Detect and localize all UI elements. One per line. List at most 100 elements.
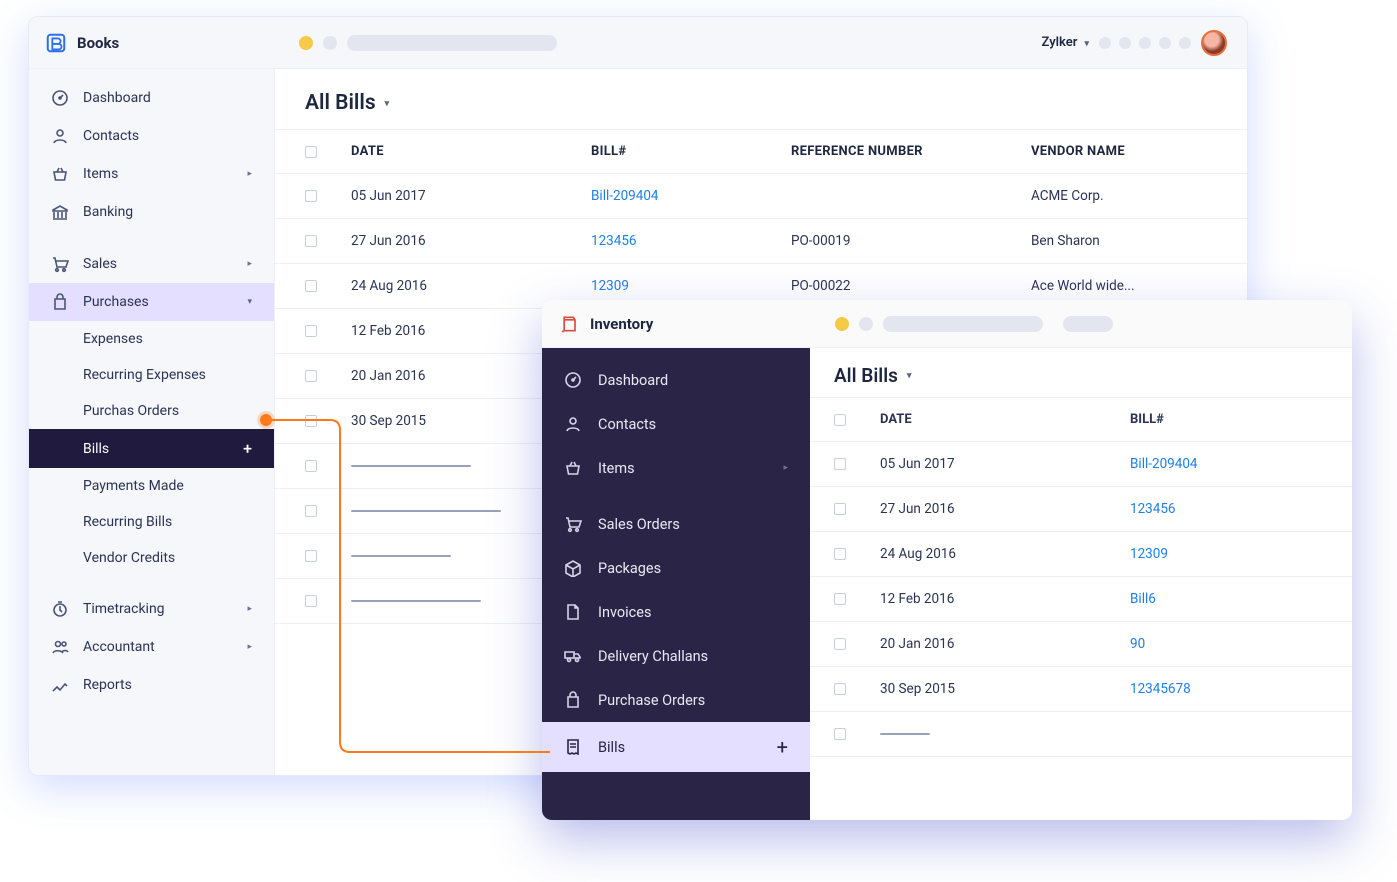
- cell-bill-link[interactable]: 12309: [1118, 532, 1352, 577]
- row-checkbox[interactable]: [305, 550, 317, 562]
- cell-bill-link[interactable]: 90: [1118, 622, 1352, 667]
- table-row[interactable]: 27 Jun 2016 123456 PO-00019 Ben Sharon: [275, 219, 1247, 264]
- sidebar-item-purchase-orders[interactable]: Purchase Orders: [542, 678, 810, 722]
- cell-date: 05 Jun 2017: [868, 442, 1118, 487]
- sidebar-item-reports[interactable]: Reports: [29, 666, 274, 704]
- plus-icon[interactable]: +: [777, 735, 788, 759]
- cell-bill-link[interactable]: Bill-209404: [1118, 442, 1352, 487]
- panel-title-text: All Bills: [834, 364, 898, 387]
- chevron-right-icon: [783, 463, 788, 473]
- sidebar-sub-payments-made[interactable]: Payments Made: [29, 468, 274, 504]
- cell-bill-link[interactable]: 123456: [1118, 487, 1352, 532]
- sidebar-sub-expenses[interactable]: Expenses: [29, 321, 274, 357]
- sidebar-item-delivery-challans[interactable]: Delivery Challans: [542, 634, 810, 678]
- cell-bill-link[interactable]: 12345678: [1118, 667, 1352, 712]
- gauge-icon: [564, 371, 582, 389]
- cell-bill-link[interactable]: Bill6: [1118, 577, 1352, 622]
- sidebar-item-sales[interactable]: Sales: [29, 245, 274, 283]
- chevron-right-icon: [247, 259, 252, 269]
- sidebar-item-packages[interactable]: Packages: [542, 546, 810, 590]
- row-checkbox[interactable]: [834, 458, 846, 470]
- table-row[interactable]: 24 Aug 201612309: [810, 532, 1352, 577]
- dot-icon: [859, 317, 873, 331]
- table-row[interactable]: 05 Jun 2017Bill-209404: [810, 442, 1352, 487]
- row-checkbox[interactable]: [305, 325, 317, 337]
- plus-icon[interactable]: +: [243, 439, 252, 458]
- basket-icon: [564, 459, 582, 477]
- cell-date: 27 Jun 2016: [868, 487, 1118, 532]
- sidebar-sub-bills[interactable]: Bills +: [29, 429, 274, 468]
- sidebar-item-accountant[interactable]: Accountant: [29, 628, 274, 666]
- column-header-vendor[interactable]: VENDOR NAME: [1019, 130, 1247, 174]
- box-icon: [564, 559, 582, 577]
- table-row[interactable]: 27 Jun 2016123456: [810, 487, 1352, 532]
- sidebar-sub-purchase-orders[interactable]: Purchas Orders: [29, 393, 274, 429]
- table-row[interactable]: 20 Jan 201690: [810, 622, 1352, 667]
- row-checkbox[interactable]: [305, 505, 317, 517]
- chevron-right-icon: [247, 642, 252, 652]
- column-header-date[interactable]: DATE: [339, 130, 579, 174]
- panel-title-dropdown[interactable]: All Bills: [275, 69, 1247, 129]
- row-checkbox[interactable]: [834, 503, 846, 515]
- row-checkbox[interactable]: [834, 593, 846, 605]
- row-checkbox[interactable]: [834, 683, 846, 695]
- avatar[interactable]: [1201, 30, 1227, 56]
- panel-title-dropdown[interactable]: All Bills: [810, 348, 1352, 397]
- table-row[interactable]: 05 Jun 2017 Bill-209404 ACME Corp.: [275, 174, 1247, 219]
- header-placeholder-group: [835, 316, 1113, 332]
- row-checkbox[interactable]: [834, 548, 846, 560]
- sidebar-item-banking[interactable]: Banking: [29, 193, 274, 231]
- table-row[interactable]: 12 Feb 2016Bill6: [810, 577, 1352, 622]
- sidebar-item-label: Bills: [598, 739, 625, 756]
- row-checkbox[interactable]: [834, 638, 846, 650]
- sidebar-item-dashboard[interactable]: Dashboard: [542, 358, 810, 402]
- row-checkbox[interactable]: [305, 235, 317, 247]
- sidebar-item-purchases[interactable]: Purchases: [29, 283, 274, 321]
- placeholder-dots: [1099, 37, 1191, 49]
- sidebar-item-label: Accountant: [83, 639, 155, 655]
- sidebar-item-label: Sales: [83, 256, 117, 272]
- cell-bill-link[interactable]: Bill-209404: [579, 174, 779, 219]
- row-checkbox[interactable]: [305, 460, 317, 472]
- row-checkbox[interactable]: [305, 280, 317, 292]
- table-row[interactable]: [810, 712, 1352, 757]
- sidebar-item-contacts[interactable]: Contacts: [29, 117, 274, 155]
- column-header-date[interactable]: DATE: [868, 398, 1118, 442]
- sidebar-item-label: Banking: [83, 204, 133, 220]
- table-row[interactable]: 30 Sep 201512345678: [810, 667, 1352, 712]
- column-header-bill[interactable]: BILL#: [1118, 398, 1352, 442]
- sidebar-item-bills[interactable]: Bills +: [542, 722, 810, 772]
- sidebar-item-timetracking[interactable]: Timetracking: [29, 590, 274, 628]
- row-checkbox[interactable]: [305, 370, 317, 382]
- basket-icon: [51, 165, 69, 183]
- sidebar-item-dashboard[interactable]: Dashboard: [29, 79, 274, 117]
- row-checkbox[interactable]: [305, 190, 317, 202]
- row-checkbox[interactable]: [305, 595, 317, 607]
- cell-date: 12 Feb 2016: [868, 577, 1118, 622]
- sidebar-item-label: Payments Made: [83, 478, 184, 494]
- sidebar-item-contacts[interactable]: Contacts: [542, 402, 810, 446]
- sidebar-item-label: Contacts: [83, 128, 139, 144]
- sidebar-item-items[interactable]: Items: [29, 155, 274, 193]
- header-checkbox[interactable]: [810, 398, 868, 442]
- header-checkbox[interactable]: [275, 130, 339, 174]
- placeholder-bar: [347, 35, 557, 51]
- sidebar-item-items[interactable]: Items: [542, 446, 810, 490]
- sidebar-item-invoices[interactable]: Invoices: [542, 590, 810, 634]
- column-header-bill[interactable]: BILL#: [579, 130, 779, 174]
- sidebar-sub-recurring-bills[interactable]: Recurring Bills: [29, 504, 274, 540]
- sidebar-item-sales-orders[interactable]: Sales Orders: [542, 502, 810, 546]
- org-dropdown[interactable]: Zylker: [1042, 35, 1089, 50]
- table-header-row: DATE BILL#: [810, 398, 1352, 442]
- cell-bill-link[interactable]: 123456: [579, 219, 779, 264]
- sidebar-sub-vendor-credits[interactable]: Vendor Credits: [29, 540, 274, 576]
- row-checkbox[interactable]: [834, 728, 846, 740]
- timer-icon: [51, 600, 69, 618]
- cell-vendor: ACME Corp.: [1019, 174, 1247, 219]
- sidebar-item-label: Recurring Bills: [83, 514, 172, 530]
- row-checkbox[interactable]: [305, 415, 317, 427]
- sidebar-item-label: Dashboard: [598, 372, 668, 389]
- sidebar-sub-recurring-expenses[interactable]: Recurring Expenses: [29, 357, 274, 393]
- org-name: Zylker: [1042, 35, 1078, 50]
- column-header-reference[interactable]: REFERENCE NUMBER: [779, 130, 1019, 174]
